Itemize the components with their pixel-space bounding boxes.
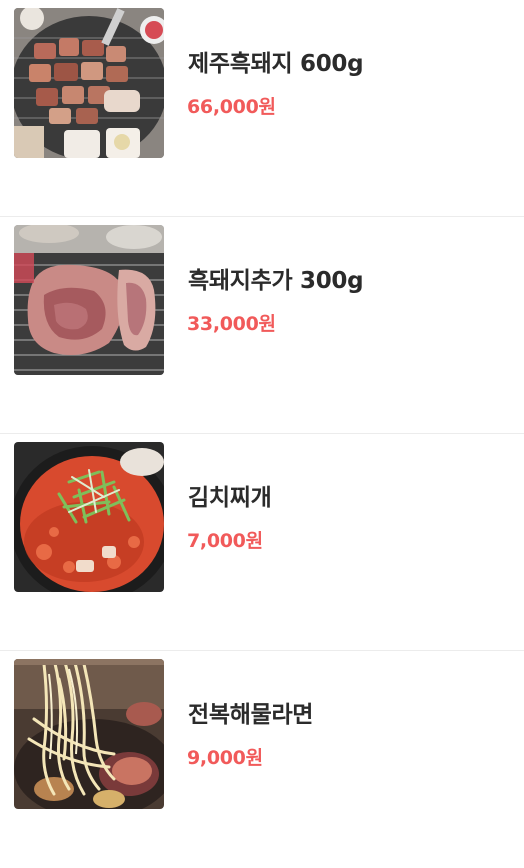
abalone-seafood-ramen-photo[interactable] [14,659,164,809]
menu-item[interactable]: 흑돼지추가 300g 33,000원 [0,217,524,434]
menu-item[interactable]: 제주흑돼지 600g 66,000원 [0,0,524,217]
menu-item-price: 33,000원 [187,313,276,335]
menu-item-price: 7,000원 [187,530,263,552]
menu-item-name: 흑돼지추가 300g [188,268,364,294]
pork-neck-on-grill-photo[interactable] [14,225,164,375]
menu-item-price: 9,000원 [187,747,263,769]
menu-item-price: 66,000원 [187,96,276,118]
menu-list: 제주흑돼지 600g 66,000원 흑돼지추가 300g 33,000원 김치… [0,0,524,868]
menu-item-name: 제주흑돼지 600g [188,51,364,77]
menu-item-name: 전복해물라면 [188,702,314,728]
grilled-pork-belly-photo[interactable] [14,8,164,158]
menu-item-name: 김치찌개 [188,485,272,511]
kimchi-stew-photo[interactable] [14,442,164,592]
menu-item[interactable]: 김치찌개 7,000원 [0,434,524,651]
menu-item[interactable]: 전복해물라면 9,000원 [0,651,524,868]
